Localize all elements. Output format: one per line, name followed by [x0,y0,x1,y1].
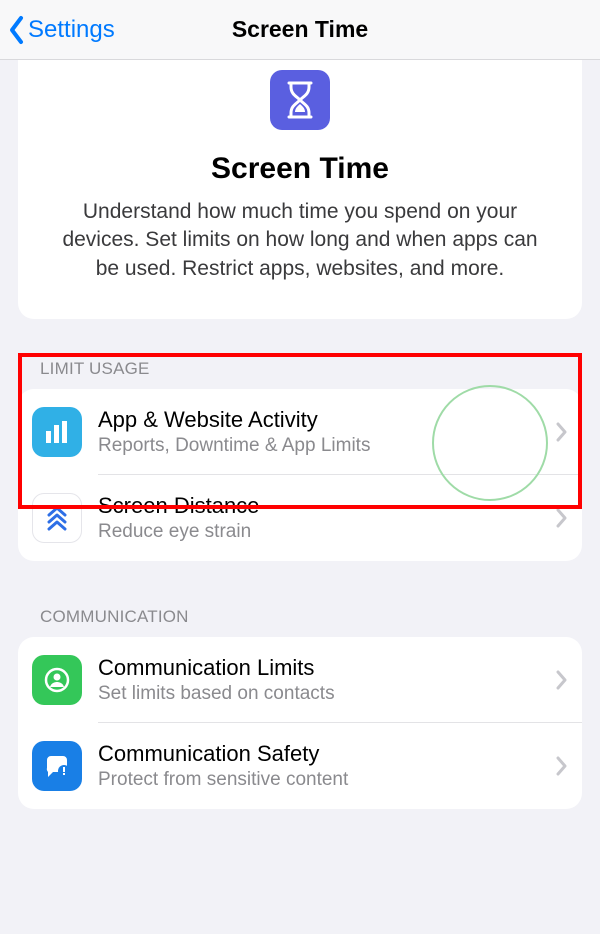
row-text: Communication Limits Set limits based on… [98,655,548,705]
chevron-right-icon [556,422,568,442]
row-subtitle: Set limits based on contacts [98,683,548,705]
row-screen-distance[interactable]: Screen Distance Reduce eye strain [18,475,582,561]
group-limit-usage: App & Website Activity Reports, Downtime… [18,389,582,561]
chevron-left-icon [8,15,26,45]
contact-icon [32,655,82,705]
row-subtitle: Protect from sensitive content [98,769,548,791]
chevron-right-icon [556,670,568,690]
row-text: Communication Safety Protect from sensit… [98,741,548,791]
row-title: Communication Limits [98,655,548,681]
row-title: Screen Distance [98,493,548,519]
bar-chart-icon [32,407,82,457]
section-header-limit-usage: LIMIT USAGE [0,359,600,389]
back-label: Settings [28,16,115,44]
row-title: App & Website Activity [98,407,548,433]
row-subtitle: Reports, Downtime & App Limits [98,435,548,457]
chevrons-up-icon [32,493,82,543]
nav-bar: Settings Screen Time [0,0,600,60]
row-communication-limits[interactable]: Communication Limits Set limits based on… [18,637,582,723]
chat-alert-icon [32,741,82,791]
row-text: App & Website Activity Reports, Downtime… [98,407,548,457]
section-header-communication: COMMUNICATION [0,607,600,637]
chevron-right-icon [556,508,568,528]
hero-description: Understand how much time you spend on yo… [46,198,554,283]
group-communication: Communication Limits Set limits based on… [18,637,582,809]
row-title: Communication Safety [98,741,548,767]
row-app-website-activity[interactable]: App & Website Activity Reports, Downtime… [18,389,582,475]
back-button[interactable]: Settings [0,15,115,45]
chevron-right-icon [556,756,568,776]
row-subtitle: Reduce eye strain [98,521,548,543]
hero-icon-wrap [46,70,554,130]
row-text: Screen Distance Reduce eye strain [98,493,548,543]
hourglass-icon [270,70,330,130]
hero-title: Screen Time [46,152,554,186]
row-communication-safety[interactable]: Communication Safety Protect from sensit… [18,723,582,809]
hero-card: Screen Time Understand how much time you… [18,60,582,319]
